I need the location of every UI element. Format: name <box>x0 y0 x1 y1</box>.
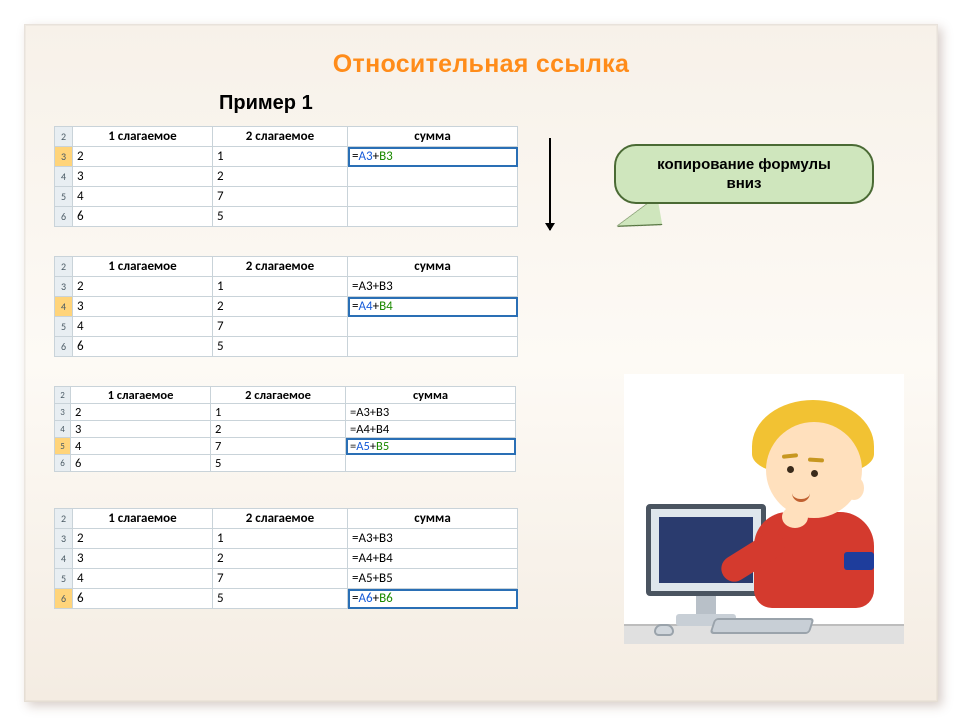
cell: =A3+B3 <box>348 277 518 297</box>
cell <box>346 455 516 472</box>
cell <box>348 317 518 337</box>
col-header-b: 2 слагаемое <box>213 509 348 529</box>
col-header-c: сумма <box>348 127 518 147</box>
cell: 3 <box>73 167 213 187</box>
cell: 2 <box>73 529 213 549</box>
cell <box>348 187 518 207</box>
cell: 4 <box>73 569 213 589</box>
cell: 7 <box>211 438 346 455</box>
col-header-a: 1 слагаемое <box>71 387 211 404</box>
cell: 5 <box>211 455 346 472</box>
col-header-c: сумма <box>346 387 516 404</box>
row-header: 3 <box>55 529 73 549</box>
sheet-step-3: 2 1 слагаемое 2 слагаемое сумма 3 2 1 =A… <box>54 386 516 472</box>
cell <box>348 167 518 187</box>
active-cell: =A5+B5 <box>346 438 516 455</box>
callout-line2: вниз <box>727 175 762 192</box>
col-header-c: сумма <box>348 257 518 277</box>
cell: =A4+B4 <box>346 421 516 438</box>
cell: 2 <box>213 297 348 317</box>
col-header-b: 2 слагаемое <box>213 257 348 277</box>
cell: =A3+B3 <box>346 404 516 421</box>
row-header: 4 <box>55 297 73 317</box>
row-header: 2 <box>55 509 73 529</box>
sheet-step-2: 2 1 слагаемое 2 слагаемое сумма 3 2 1 =A… <box>54 256 518 357</box>
row-header: 4 <box>55 421 71 438</box>
cell: 7 <box>213 569 348 589</box>
row-header: 4 <box>55 167 73 187</box>
col-header-a: 1 слагаемое <box>73 127 213 147</box>
cell: 3 <box>73 549 213 569</box>
cell: 3 <box>71 421 211 438</box>
slide-title: Относительная ссылка <box>24 50 938 79</box>
cell: 7 <box>213 317 348 337</box>
row-header: 5 <box>55 438 71 455</box>
cell: 6 <box>73 337 213 357</box>
row-header: 2 <box>55 127 73 147</box>
boy-with-computer-illustration <box>624 374 904 644</box>
cell: 2 <box>73 277 213 297</box>
active-cell: =A3+B3 <box>348 147 518 167</box>
cell: 2 <box>213 549 348 569</box>
row-header: 6 <box>55 589 73 609</box>
cell: 1 <box>211 404 346 421</box>
active-cell: =A6+B6 <box>348 589 518 609</box>
cell: 5 <box>213 207 348 227</box>
sheet-step-4: 2 1 слагаемое 2 слагаемое сумма 3 2 1 =A… <box>54 508 518 609</box>
row-header: 4 <box>55 549 73 569</box>
col-header-b: 2 слагаемое <box>213 127 348 147</box>
row-header: 6 <box>55 337 73 357</box>
cell <box>348 337 518 357</box>
cell: 3 <box>73 297 213 317</box>
sheet-step-1: 2 1 слагаемое 2 слагаемое сумма 3 2 1 =A… <box>54 126 518 227</box>
slide: Относительная ссылка Пример 1 2 1 слагае… <box>24 24 938 702</box>
cell: 5 <box>213 337 348 357</box>
row-header: 3 <box>55 277 73 297</box>
row-header: 3 <box>55 404 71 421</box>
callout-copy-down: копирование формулы вниз <box>614 144 874 204</box>
cell: 6 <box>73 589 213 609</box>
cell: 5 <box>213 589 348 609</box>
cell: =A5+B5 <box>348 569 518 589</box>
cell: 6 <box>73 207 213 227</box>
cell: 1 <box>213 529 348 549</box>
cell: 1 <box>213 277 348 297</box>
cell: 6 <box>71 455 211 472</box>
slide-subtitle: Пример 1 <box>219 92 313 115</box>
cell: 4 <box>73 317 213 337</box>
col-header-a: 1 слагаемое <box>73 257 213 277</box>
cell: 2 <box>213 167 348 187</box>
active-cell: =A4+B4 <box>348 297 518 317</box>
row-header: 5 <box>55 317 73 337</box>
callout-line1: копирование формулы <box>657 156 831 173</box>
row-header: 3 <box>55 147 73 167</box>
row-header: 5 <box>55 187 73 207</box>
row-header: 2 <box>55 257 73 277</box>
arrow-down-icon <box>549 138 551 230</box>
cell: =A4+B4 <box>348 549 518 569</box>
cell: 4 <box>73 187 213 207</box>
cell: 1 <box>213 147 348 167</box>
cell: 4 <box>71 438 211 455</box>
col-header-c: сумма <box>348 509 518 529</box>
cell: 7 <box>213 187 348 207</box>
col-header-b: 2 слагаемое <box>211 387 346 404</box>
cell: 2 <box>211 421 346 438</box>
cell <box>348 207 518 227</box>
col-header-a: 1 слагаемое <box>73 509 213 529</box>
row-header: 6 <box>55 207 73 227</box>
cell: 2 <box>73 147 213 167</box>
row-header: 6 <box>55 455 71 472</box>
cell: =A3+B3 <box>348 529 518 549</box>
row-header: 2 <box>55 387 71 404</box>
cell: 2 <box>71 404 211 421</box>
row-header: 5 <box>55 569 73 589</box>
